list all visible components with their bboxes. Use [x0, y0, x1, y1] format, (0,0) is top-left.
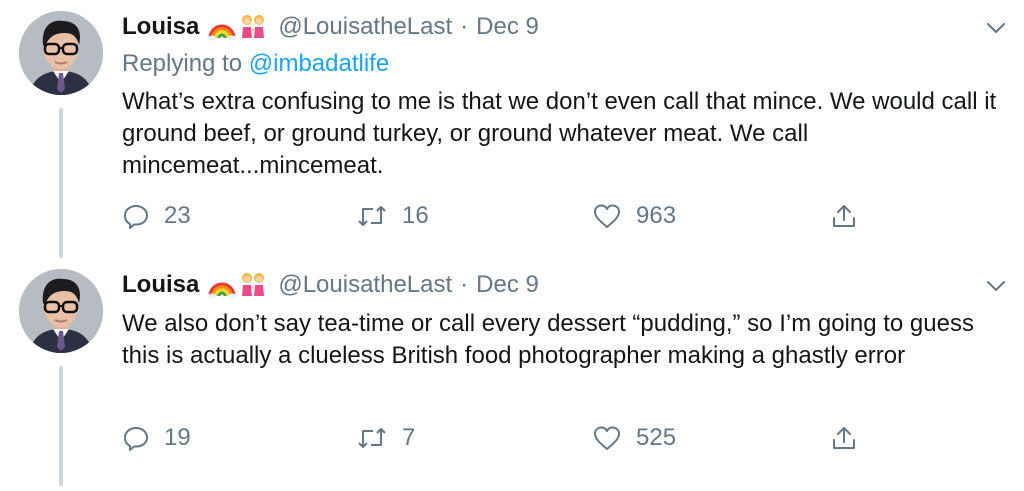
retweet-count: 16 [402, 202, 429, 229]
tweet-text: What’s extra confusing to me is that we … [122, 88, 997, 179]
heart-icon [594, 426, 620, 450]
more-options-chevron-icon[interactable] [985, 275, 1007, 297]
like-button[interactable]: 525 [592, 418, 676, 458]
tweet[interactable]: Louisa @LouisatheLast · Dec 9 [0, 0, 1024, 255]
emoji-group [207, 270, 268, 300]
more-options-chevron-icon[interactable] [985, 17, 1007, 39]
reply-count: 19 [164, 424, 191, 451]
replying-to: Replying to @imbadatlife [122, 50, 389, 78]
timestamp[interactable]: Dec 9 [476, 271, 539, 299]
display-name[interactable]: Louisa [122, 271, 199, 299]
avatar[interactable] [19, 269, 103, 353]
avatar[interactable] [19, 11, 103, 95]
like-count: 525 [636, 424, 677, 451]
retweet-icon [358, 428, 386, 448]
retweet-count: 7 [402, 424, 416, 451]
tweet-text: We also don’t say tea-time or call every… [122, 310, 974, 369]
mention-link[interactable]: @imbadatlife [249, 50, 389, 77]
retweet-icon [358, 206, 386, 226]
two-women-emoji [242, 15, 265, 38]
two-women-emoji [242, 273, 265, 296]
tweet-header: Louisa @LouisatheLast · Dec 9 [122, 10, 539, 44]
timestamp[interactable]: Dec 9 [476, 13, 539, 41]
tweet-actions: 23 16 963 [122, 196, 882, 236]
handle[interactable]: @LouisatheLast [278, 271, 452, 299]
rainbow-emoji [208, 282, 237, 299]
handle[interactable]: @LouisatheLast [278, 13, 452, 41]
share-icon [833, 427, 855, 449]
tweet-header: Louisa @LouisatheLast · Dec 9 [122, 268, 539, 302]
display-name[interactable]: Louisa [122, 13, 199, 41]
tweet[interactable]: Louisa @LouisatheLast · Dec 9 [0, 258, 1024, 491]
heart-icon [594, 204, 620, 228]
like-count: 963 [636, 202, 677, 229]
separator: · [460, 271, 469, 298]
rainbow-emoji [208, 24, 237, 41]
share-icon [833, 205, 855, 227]
share-button[interactable] [830, 418, 872, 458]
like-button[interactable]: 963 [592, 196, 676, 236]
share-button[interactable] [830, 196, 872, 236]
reply-button[interactable]: 19 [122, 418, 191, 458]
retweet-button[interactable]: 16 [356, 196, 429, 236]
reply-icon [124, 205, 148, 229]
emoji-group [207, 12, 268, 42]
reply-icon [124, 427, 148, 451]
reply-button[interactable]: 23 [122, 196, 191, 236]
replying-to-label: Replying to [122, 50, 243, 77]
reply-count: 23 [164, 202, 191, 229]
tweet-actions: 19 7 525 [122, 418, 882, 458]
retweet-button[interactable]: 7 [356, 418, 415, 458]
separator: · [460, 13, 469, 40]
